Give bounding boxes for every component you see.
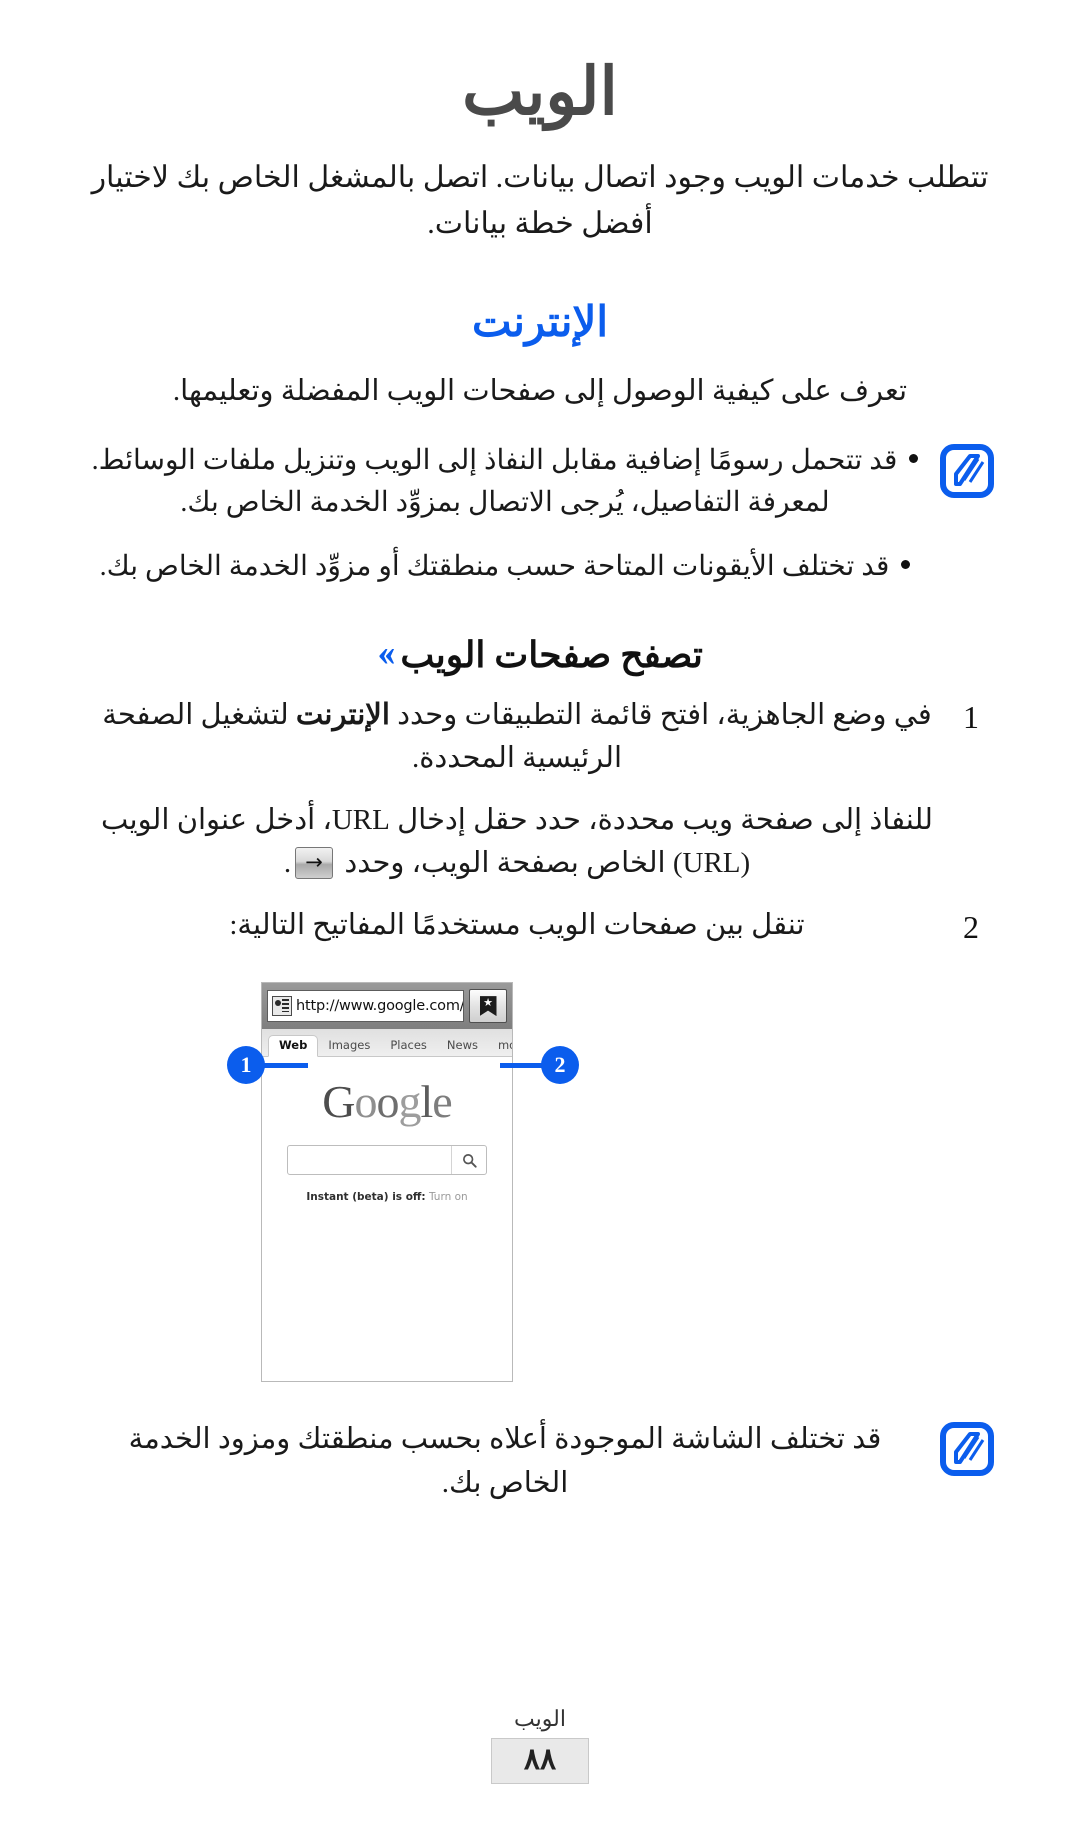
- tab-news[interactable]: News: [437, 1036, 488, 1057]
- google-logo: Google: [322, 1076, 452, 1128]
- callout-marker-1: 1: [227, 1046, 265, 1085]
- logo-letter: G: [322, 1076, 355, 1128]
- note-item: قد تختلف الأيقونات المتاحة حسب منطقتك أو…: [86, 546, 924, 588]
- callout-leader-1: [262, 1063, 308, 1069]
- note-callout-bottom: قد تختلف الشاشة الموجودة أعلاه بحسب منطق…: [86, 1418, 994, 1505]
- logo-letter: l: [420, 1076, 434, 1128]
- figure-browser-screenshot: 1 2 http://www.google.com/... Web Images…: [0, 972, 994, 1392]
- logo-letter: e: [432, 1076, 452, 1128]
- tab-web[interactable]: Web: [268, 1034, 319, 1058]
- url-label: URL: [331, 803, 390, 836]
- note-item-text: قد تختلف الشاشة الموجودة أعلاه بحسب منطق…: [128, 1423, 882, 1499]
- intro-paragraph: تتطلب خدمات الويب وجود اتصال بيانات. اتص…: [91, 160, 989, 241]
- google-homepage: Google Instant (beta) is off: Turn on: [262, 1057, 512, 1382]
- logo-letter: g: [398, 1076, 422, 1128]
- page-title: الويب: [462, 56, 619, 129]
- note-pencil-icon: [940, 1422, 994, 1477]
- footer-section-label: الويب: [514, 1706, 566, 1731]
- search-icon[interactable]: [451, 1146, 486, 1175]
- google-search-tabs: Web Images Places News more: [262, 1029, 512, 1058]
- subsection-heading-label: تصفح صفحات الويب: [400, 634, 703, 675]
- step1-line2-a: للنفاذ إلى صفحة ويب محددة، حدد حقل إدخال: [389, 803, 933, 836]
- instant-status-text: Instant (beta) is off: Turn on: [262, 1191, 512, 1203]
- step-number: 2: [963, 908, 979, 945]
- instant-status-bold: Instant (beta) is off:: [306, 1191, 426, 1204]
- note-callout-top: قد تتحمل رسومًا إضافية مقابل النفاذ إلى …: [86, 440, 994, 588]
- step1-line2-b: ، أدخل عنوان الويب: [101, 803, 332, 836]
- step-text: للنفاذ إلى صفحة ويب محددة، حدد حقل إدخال…: [86, 799, 948, 886]
- note-text-group: قد تتحمل رسومًا إضافية مقابل النفاذ إلى …: [86, 440, 924, 588]
- callout-marker-2: 2: [541, 1046, 579, 1085]
- subsection-heading-browse: تصفح صفحات الويب ››: [86, 634, 994, 676]
- callout-leader-2: [500, 1063, 546, 1069]
- logo-letter: o: [354, 1076, 378, 1128]
- step1-line2-d: .: [283, 847, 292, 880]
- logo-letter: o: [376, 1076, 400, 1128]
- tab-places[interactable]: Places: [380, 1036, 437, 1057]
- step-number: 1: [963, 698, 979, 735]
- tab-images[interactable]: Images: [318, 1036, 380, 1057]
- step-item: 2 تنقل بين صفحات الويب مستخدمًا المفاتيح…: [86, 904, 994, 950]
- tab-more[interactable]: more: [488, 1036, 512, 1057]
- bookmark-star-icon: [479, 996, 497, 1017]
- search-input[interactable]: [288, 1146, 451, 1174]
- page-number-badge: ٨٨: [491, 1738, 589, 1784]
- internet-subtitle: تعرف على كيفية الوصول إلى صفحات الويب ال…: [172, 375, 908, 408]
- phone-browser-mockup: http://www.google.com/... Web Images Pla…: [261, 982, 513, 1383]
- url-input-field[interactable]: http://www.google.com/...: [267, 990, 464, 1023]
- bookmark-button[interactable]: [469, 989, 507, 1024]
- chevron-double-icon: ››: [377, 631, 396, 674]
- section-heading-internet: الإنترنت: [471, 299, 609, 346]
- manual-page: الويب تتطلب خدمات الويب وجود اتصال بيانا…: [0, 55, 1080, 1826]
- step-text: تنقل بين صفحات الويب مستخدمًا المفاتيح ا…: [229, 908, 805, 941]
- step-item-continued: للنفاذ إلى صفحة ويب محددة، حدد حقل إدخال…: [86, 799, 994, 886]
- note-pencil-icon: [940, 443, 994, 498]
- note-item-text: قد تختلف الأيقونات المتاحة حسب منطقتك أو…: [99, 550, 890, 582]
- page-footer: الويب ٨٨: [0, 1706, 1080, 1784]
- step1-line2-c: الخاص بصفحة الويب، وحدد: [337, 847, 673, 880]
- bullet-dot: [901, 559, 911, 569]
- go-arrow-button-icon: [295, 846, 334, 879]
- step-text: في وضع الجاهزية، افتح قائمة التطبيقات وح…: [86, 694, 948, 781]
- step1-text-a: في وضع الجاهزية، افتح قائمة التطبيقات وح…: [389, 698, 932, 731]
- note-item: قد تتحمل رسومًا إضافية مقابل النفاذ إلى …: [86, 440, 924, 524]
- url-label-paren: (URL): [672, 847, 751, 880]
- browser-url-bar: http://www.google.com/...: [262, 983, 512, 1030]
- step-item: 1 في وضع الجاهزية، افتح قائمة التطبيقات …: [86, 694, 994, 781]
- step1-keyword: الإنترنت: [295, 698, 390, 731]
- instant-status-link[interactable]: Turn on: [426, 1191, 468, 1203]
- google-search-box[interactable]: [287, 1145, 487, 1176]
- note-item-text: قد تتحمل رسومًا إضافية مقابل النفاذ إلى …: [91, 444, 898, 518]
- page-thumbnail-icon: [272, 996, 292, 1017]
- bullet-dot: [909, 453, 919, 463]
- url-text: http://www.google.com/...: [296, 998, 464, 1015]
- note-text-group: قد تختلف الشاشة الموجودة أعلاه بحسب منطق…: [86, 1418, 924, 1505]
